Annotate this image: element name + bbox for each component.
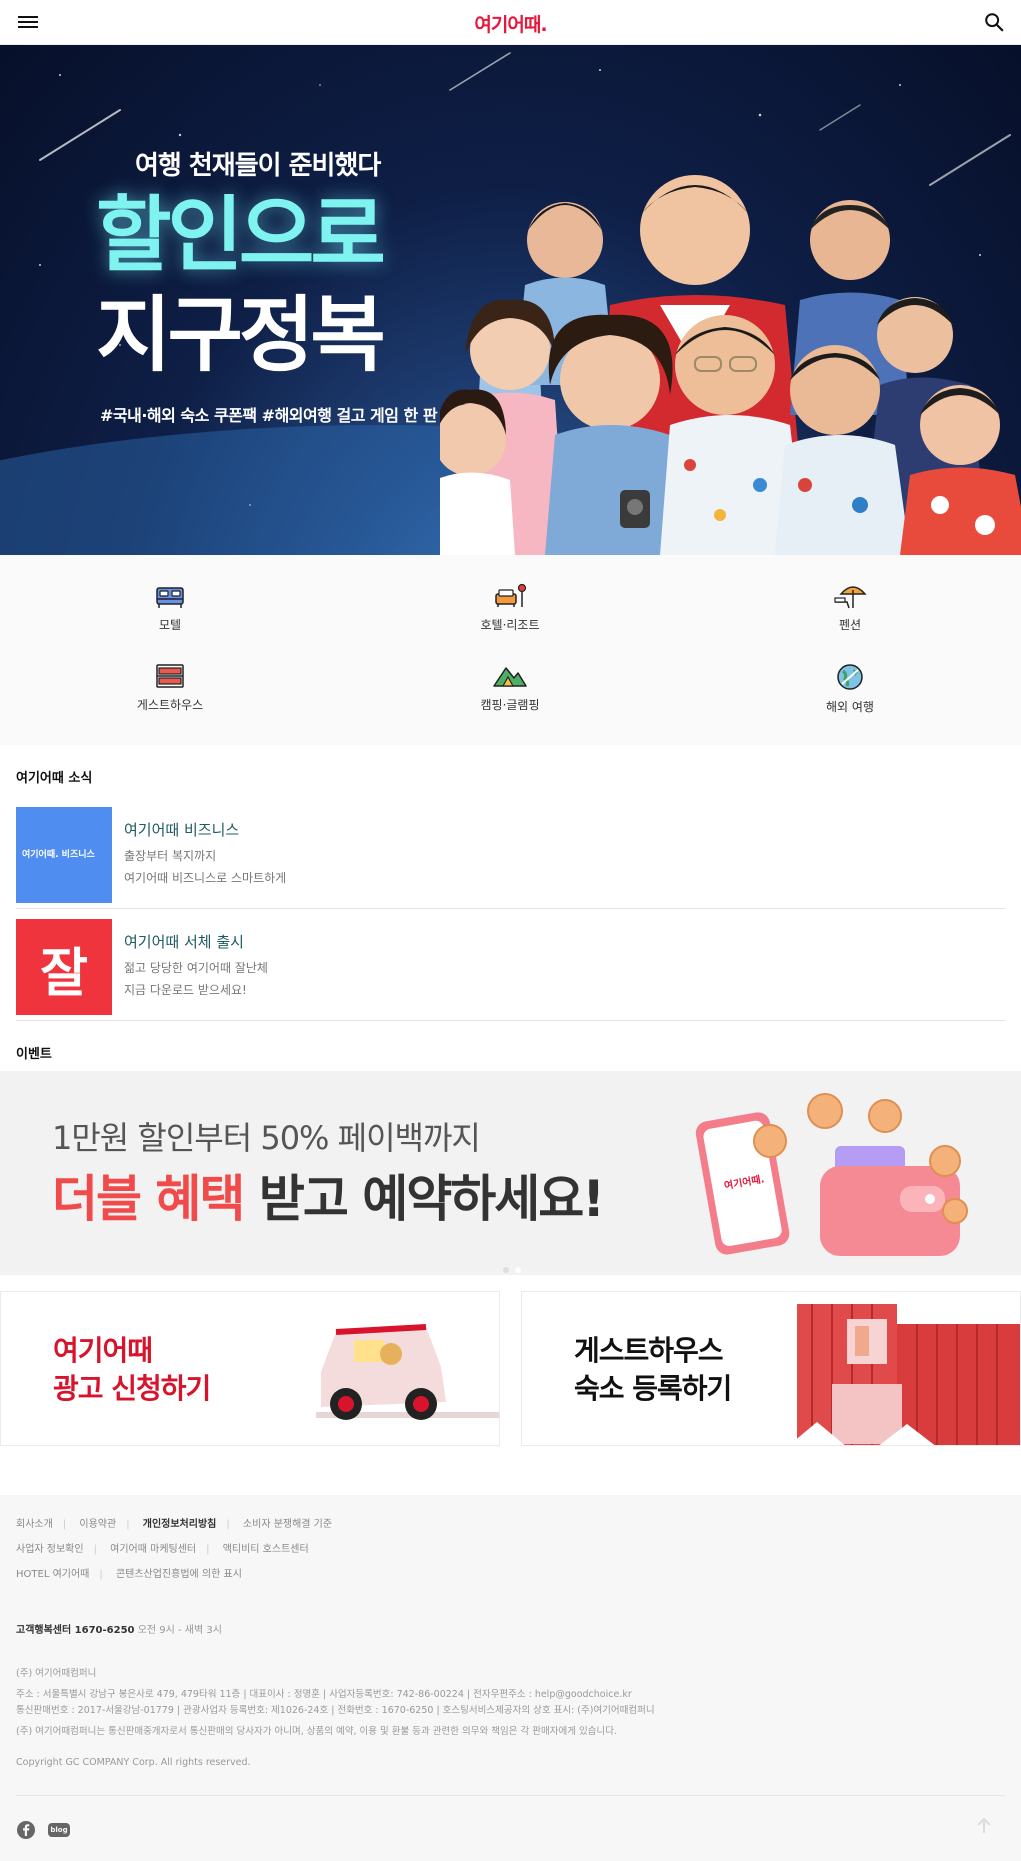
app-logo[interactable]: 여기어때. [474, 10, 547, 37]
card-line1: 여기어때 [53, 1334, 153, 1367]
category-label: 호텔·리조트 [480, 618, 540, 632]
hero-banner[interactable]: 여행 천재들이 준비했다 할인으로 지구정복 #국내·해외 숙소 쿠폰팩 #해외… [0, 45, 1021, 555]
ad-apply-card[interactable]: 여기어때 광고 신청하기 [0, 1291, 500, 1446]
footer-link-about[interactable]: 회사소개 [16, 1519, 53, 1530]
category-camping-glamping[interactable]: 캠핑·글램핑 [410, 662, 610, 713]
copyright: Copyright GC COMPANY Corp. All rights re… [16, 1757, 251, 1768]
news-title: 여기어때 비즈니스 [124, 821, 240, 839]
footer-link-business-info[interactable]: 사업자 정보확인 [16, 1544, 84, 1555]
news-desc-line2: 여기어때 비즈니스로 스마트하게 [124, 871, 287, 885]
company-disclaimer: (주) 여기어때컴퍼니는 통신판매중개자로서 통신판매의 당사자가 아니며, 상… [16, 1726, 617, 1737]
category-label: 캠핑·글램핑 [480, 698, 540, 712]
arrow-up-icon[interactable] [973, 1815, 995, 1837]
footer-links-row2: 사업자 정보확인 | 여기어때 마케팅센터 | 액티비티 호스트센터 [16, 1544, 309, 1555]
news-item-font[interactable]: 잘 여기어때 서체 출시 젊고 당당한 여기어때 잘난체 지금 다운로드 받으세… [16, 909, 1005, 1021]
phone-wallet-illustration: 여기어때. [695, 1093, 968, 1256]
news-desc-line1: 젊고 당당한 여기어때 잘난체 [124, 961, 268, 975]
event-banner[interactable]: 1만원 할인부터 50% 페이백까지 더블 혜택 받고 예약하세요! 여기어때. [0, 1071, 1021, 1275]
guesthouse-register-card[interactable]: 게스트하우스 숙소 등록하기 [521, 1291, 1021, 1446]
event-banner-line2-rest: 받고 예약하세요! [243, 1170, 605, 1228]
blog-icon[interactable]: blog [48, 1823, 70, 1837]
guesthouse-building-illustration [792, 1304, 1020, 1445]
event-banner-line1: 1만원 할인부터 50% 페이백까지 [52, 1119, 481, 1157]
footer-link-hotel[interactable]: HOTEL 여기어때 [16, 1569, 89, 1580]
sofa-lamp-icon [495, 583, 527, 607]
category-hotel-resort[interactable]: 호텔·리조트 [410, 582, 610, 633]
category-pension[interactable]: 펜션 [750, 582, 950, 633]
facebook-icon[interactable] [16, 1820, 36, 1840]
hero-people-illustration [440, 175, 1021, 555]
footer-link-terms[interactable]: 이용약관 [79, 1519, 116, 1530]
footer-links-row3: HOTEL 여기어때 | 콘텐츠산업진흥법에 의한 표시 [16, 1569, 242, 1580]
company-address: 주소 : 서울특별시 강남구 봉은사로 479, 479타워 11층 | 대표이… [16, 1689, 632, 1700]
event-highlight: 더블 혜택 [52, 1170, 245, 1228]
footer-divider [16, 1795, 1005, 1796]
hero-hashtags: #국내·해외 숙소 쿠폰팩 #해외여행 걸고 게임 한 판 [100, 406, 438, 425]
thumbnail-text: 잘 [40, 944, 88, 1004]
customer-center-hours: 오전 9시 - 새벽 3시 [137, 1625, 222, 1636]
bunk-bed-icon [156, 664, 184, 688]
footer-link-content-notice[interactable]: 콘텐츠산업진흥법에 의한 표시 [116, 1569, 242, 1580]
footer-links-row1: 회사소개 | 이용약관 | 개인정보처리방침 | 소비자 분쟁해결 기준 [16, 1519, 333, 1530]
customer-center: 고객행복센터 1670-6250 오전 9시 - 새벽 3시 [16, 1621, 222, 1636]
top-header: 여기어때. [0, 0, 1021, 45]
news-title: 여기어때 서체 출시 [124, 933, 244, 951]
category-menu: 모텔 호텔·리조트 펜션 게스트하우스 캠핑·글램핑 해외 여행 [0, 555, 1021, 745]
footer-link-dispute[interactable]: 소비자 분쟁해결 기준 [243, 1519, 332, 1530]
thumbnail-text: 여기어때. 비즈니스 [22, 850, 95, 860]
footer: 회사소개 | 이용약관 | 개인정보처리방침 | 소비자 분쟁해결 기준 사업자 정보… [0, 1495, 1021, 1861]
hero-title-line2: 지구정복 [96, 288, 386, 383]
category-label: 펜션 [838, 618, 862, 632]
news-desc-line1: 출장부터 복지까지 [124, 849, 217, 863]
card-line2: 숙소 등록하기 [574, 1371, 732, 1405]
news-thumbnail: 잘 [16, 919, 112, 1015]
event-banner-line2: 더블 혜택 받고 예약하세요! [52, 1159, 605, 1231]
news-thumbnail: 여기어때. 비즈니스 [16, 807, 112, 903]
carousel-dots[interactable] [500, 1258, 524, 1275]
footer-link-marketing[interactable]: 여기어때 마케팅센터 [110, 1544, 196, 1555]
company-name: (주) 여기어때컴퍼니 [16, 1668, 97, 1679]
news-section-title: 여기어때 소식 [16, 771, 93, 786]
card-line2: 광고 신청하기 [53, 1371, 211, 1405]
tent-mountain-icon [493, 667, 527, 687]
globe-plane-icon [837, 664, 863, 690]
company-license: 통신판매번호 : 2017-서울강남-01779 | 관광사업자 등록번호: 제… [16, 1705, 655, 1716]
hero-title-line1: 할인으로 [96, 188, 386, 283]
news-desc-line2: 지금 다운로드 받으세요! [124, 983, 247, 997]
category-label: 게스트하우스 [136, 698, 204, 712]
footer-link-activity-host[interactable]: 액티비티 호스트센터 [223, 1544, 309, 1555]
hero-subtitle: 여행 천재들이 준비했다 [135, 151, 381, 181]
footer-link-privacy[interactable]: 개인정보처리방침 [143, 1519, 217, 1530]
category-guesthouse[interactable]: 게스트하우스 [70, 662, 270, 713]
news-item-business[interactable]: 여기어때. 비즈니스 여기어때 비즈니스 출장부터 복지까지 여기어때 비즈니스… [16, 797, 1005, 909]
card-text: 게스트하우스 숙소 등록하기 [574, 1332, 732, 1408]
category-label: 해외 여행 [826, 700, 874, 714]
card-text: 여기어때 광고 신청하기 [53, 1332, 211, 1408]
hamburger-menu-icon[interactable] [18, 13, 38, 31]
event-section-title: 이벤트 [16, 1047, 52, 1062]
category-label: 모텔 [158, 618, 182, 632]
category-overseas-travel[interactable]: 해외 여행 [750, 662, 950, 715]
beach-parasol-icon [834, 586, 867, 609]
car-illustration [316, 1324, 499, 1420]
customer-center-phone: 고객행복센터 1670-6250 [16, 1625, 135, 1636]
bed-icon [156, 587, 184, 608]
card-line1: 게스트하우스 [574, 1334, 724, 1367]
search-icon[interactable] [983, 11, 1005, 33]
category-motel[interactable]: 모텔 [70, 582, 270, 633]
